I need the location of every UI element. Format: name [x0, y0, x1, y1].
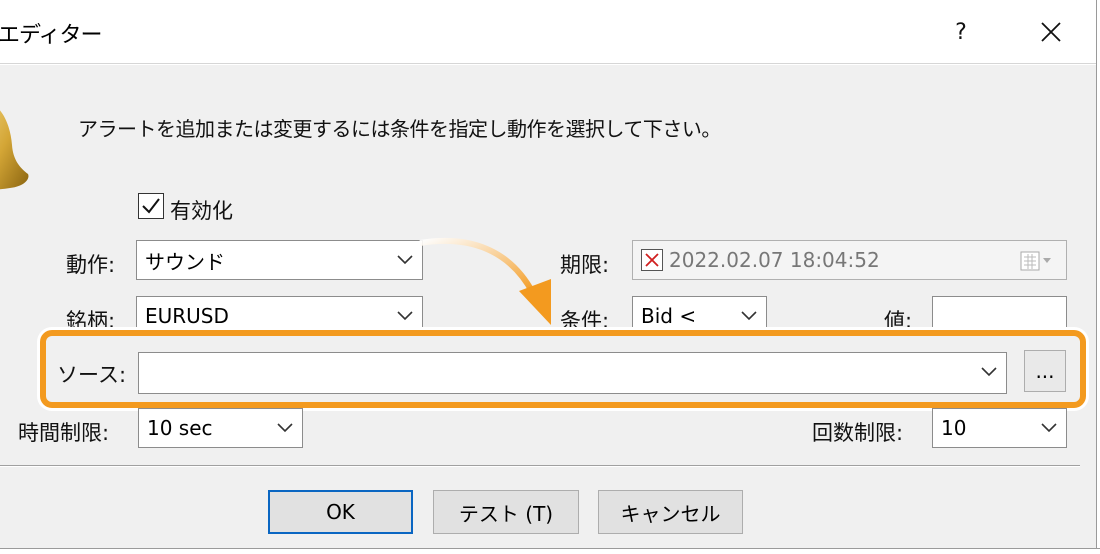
- browse-label: ...: [1035, 359, 1055, 383]
- test-label: テスト (T): [458, 501, 554, 526]
- title-bar: エディター ?: [0, 0, 1096, 64]
- enabled-checkbox[interactable]: [138, 193, 164, 219]
- source-label: ソース:: [57, 363, 127, 387]
- condition-value: Bid <: [641, 304, 697, 328]
- timeout-label: 時間制限:: [18, 421, 110, 445]
- calendar-icon: [1020, 251, 1051, 271]
- chevron-down-icon: [981, 367, 997, 377]
- cancel-label: キャンセル: [620, 501, 721, 526]
- window-right-edge: [1096, 0, 1100, 554]
- chevron-down-icon: [277, 423, 293, 433]
- max-iterations-value: 10: [941, 416, 967, 440]
- chevron-down-icon: [741, 311, 757, 321]
- instructions-text: アラートを追加または変更するには条件を指定し動作を選択して下さい。: [78, 117, 721, 141]
- chevron-down-icon: [397, 311, 413, 321]
- window-title: エディター: [0, 23, 102, 48]
- chevron-down-icon: [1041, 423, 1057, 433]
- test-button[interactable]: テスト (T): [433, 490, 579, 534]
- curved-arrow-icon: [419, 237, 551, 325]
- close-button[interactable]: [1016, 8, 1086, 56]
- ok-button[interactable]: OK: [268, 490, 413, 534]
- alert-editor-dialog: エディター ? アラートを追加または変更するには条件を指定し動作を選択して下さい…: [0, 0, 1100, 554]
- checkbox-checked-icon: [142, 198, 160, 214]
- source-select[interactable]: [138, 352, 1007, 394]
- chevron-down-icon: [397, 255, 413, 265]
- source-browse-button[interactable]: ...: [1024, 350, 1066, 392]
- symbol-value: EURUSD: [145, 304, 229, 328]
- cancel-button[interactable]: キャンセル: [598, 490, 743, 534]
- enabled-label: 有効化: [170, 199, 233, 223]
- bell-icon: [0, 110, 29, 190]
- ok-label: OK: [326, 500, 355, 524]
- action-select[interactable]: サウンド: [136, 240, 423, 280]
- action-value: サウンド: [145, 249, 225, 274]
- action-label: 動作:: [66, 253, 116, 277]
- timeout-value: 10 sec: [147, 416, 213, 440]
- window-bottom-edge: [0, 548, 1100, 554]
- expiry-label: 期限:: [560, 253, 610, 277]
- timeout-select[interactable]: 10 sec: [138, 408, 303, 448]
- expiry-toggle-checkbox[interactable]: [641, 249, 663, 271]
- close-icon: [1041, 22, 1061, 42]
- max-iterations-label: 回数制限:: [812, 421, 904, 445]
- expiry-value: 2022.02.07 18:04:52: [669, 248, 880, 272]
- footer-divider: [0, 465, 1080, 467]
- help-button[interactable]: ?: [935, 8, 987, 56]
- expiry-picker[interactable]: 2022.02.07 18:04:52: [632, 240, 1067, 280]
- max-iterations-select[interactable]: 10: [932, 408, 1067, 448]
- x-mark-icon: [645, 253, 659, 267]
- help-label: ?: [955, 19, 967, 45]
